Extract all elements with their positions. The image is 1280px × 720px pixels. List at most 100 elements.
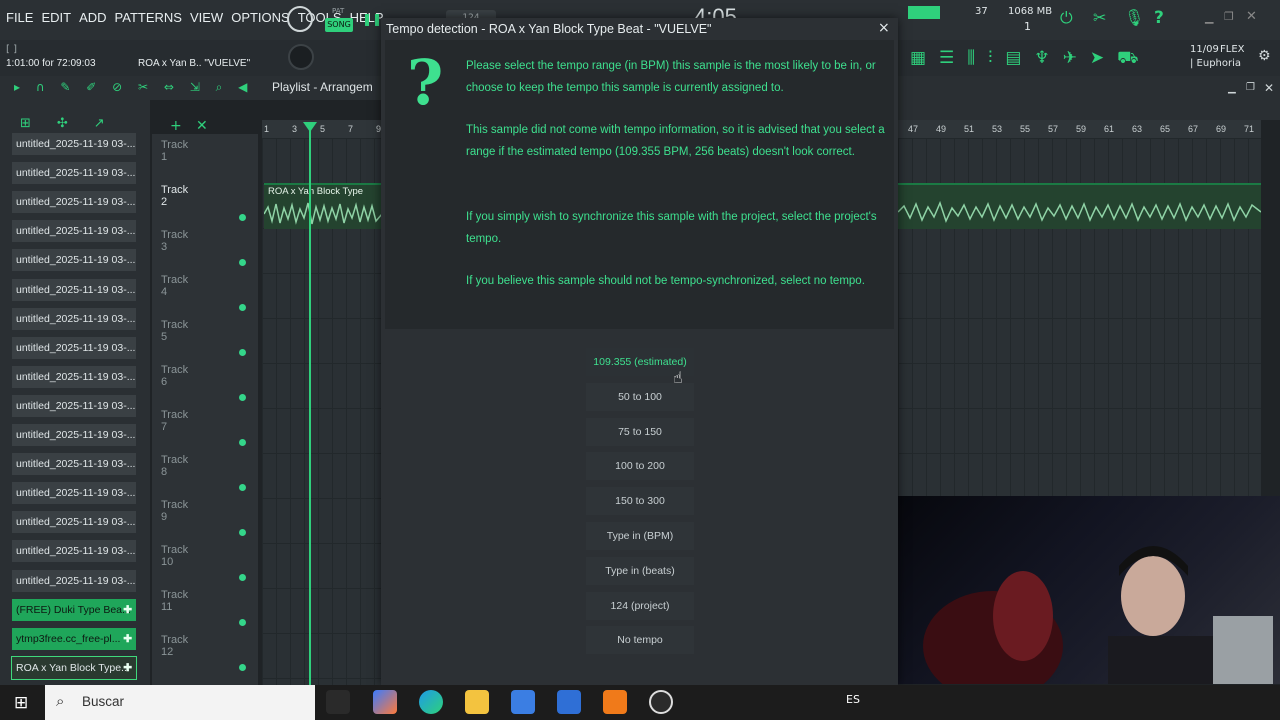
track-label[interactable]: Track 3 [161,229,188,253]
audio-clip[interactable]: ROA x Yan Block Type [264,183,382,229]
track-label[interactable]: Track 11 [161,589,188,613]
playlist-close[interactable]: ✕ [1264,81,1274,95]
track-mute-dot[interactable] [239,394,246,401]
play-button[interactable]: ❚❚ [362,12,382,26]
browser-item[interactable]: untitled_2025-11-19 03-... [12,482,136,505]
help-icon[interactable]: ? [1154,8,1164,28]
browser-item[interactable]: untitled_2025-11-19 03-... [12,220,136,243]
window-close[interactable]: ✕ [1246,9,1257,24]
track-mute-dot[interactable] [239,484,246,491]
browser-item[interactable]: untitled_2025-11-19 03-... [12,424,136,446]
track-mute-dot[interactable] [239,259,246,266]
add-to-playlist-icon[interactable]: ✚ [123,628,132,650]
obs-icon[interactable] [649,690,673,714]
browser-item[interactable]: untitled_2025-11-19 03-... [12,453,136,476]
tempo-option-button[interactable]: Type in (beats) [586,556,694,585]
browser-item[interactable]: untitled_2025-11-19 03-... [12,191,136,214]
tempo-option-button[interactable]: 75 to 150 [586,417,694,446]
tools-icon[interactable]: ✂ [1093,8,1106,27]
browser-item-label: ytmp3free.cc_free-pl... [16,632,121,645]
start-icon[interactable]: ⊞ [14,693,28,713]
track-mute-dot[interactable] [239,619,246,626]
tempo-option-button[interactable]: 124 (project) [586,591,694,620]
browser-item[interactable]: untitled_2025-11-19 03-... [12,394,136,417]
browser-item-label: untitled_2025-11-19 03-... [16,399,136,412]
browser-item[interactable]: untitled_2025-11-19 03-... [12,249,136,272]
playhead[interactable] [309,126,311,685]
playlist-tool-icons[interactable]: ▸ ∩ ✎ ✐ ⊘ ✂ ⇔ ⇲ ⌕ ◀ [14,80,253,95]
tempo-option-button[interactable]: Type in (BPM) [586,522,694,550]
track-label[interactable]: Track 6 [161,364,188,388]
store-icon[interactable] [511,690,535,714]
language-indicator[interactable]: ES [846,693,860,706]
menu-item-view[interactable]: VIEW [190,10,223,25]
dialog-close-button[interactable]: × [878,20,890,36]
menu-item-add[interactable]: ADD [79,10,106,25]
track-label[interactable]: Track 10 [161,544,188,568]
metronome-knob[interactable] [287,6,313,32]
audio-clip-continued[interactable] [898,183,1261,229]
menu-item-edit[interactable]: EDIT [41,10,71,25]
track-mute-dot[interactable] [239,664,246,671]
track-label[interactable]: Track 4 [161,274,188,298]
browser-item[interactable]: untitled_2025-11-19 03-... [12,336,136,359]
browser-item[interactable]: untitled_2025-11-19 03-... [12,133,136,155]
menu-item-options[interactable]: OPTIONS [231,10,290,25]
track-label[interactable]: Track 7 [161,409,188,433]
track-mute-dot[interactable] [239,529,246,536]
browser-item[interactable]: untitled_2025-11-19 03-... [12,162,136,185]
tempo-option-button[interactable]: 100 to 200 [586,452,694,481]
browser-item[interactable]: ytmp3free.cc_free-pl... ✚ [12,627,136,650]
tempo-option-button[interactable]: 150 to 300 [586,487,694,516]
playlist-minimize[interactable]: ▁ [1228,83,1236,94]
task-view-icon[interactable] [326,690,350,714]
edge-icon[interactable] [419,690,443,714]
window-maximize[interactable]: ❐ [1224,10,1234,23]
file-explorer-icon[interactable] [465,690,489,714]
transport-song-toggle[interactable]: SONG [325,18,353,32]
track-label[interactable]: Track 9 [161,499,188,523]
master-knob[interactable] [288,44,314,70]
tempo-option-button[interactable]: No tempo [586,626,694,655]
track-label[interactable]: Track 12 [161,634,188,658]
track-mute-dot[interactable] [239,574,246,581]
browser-item[interactable]: untitled_2025-11-19 03-... [12,569,136,592]
window-minimize[interactable]: ▁ [1205,11,1213,24]
browser-item[interactable]: untitled_2025-11-19 03-... [12,540,136,563]
plugin-picker-icons[interactable]: ▦☰⫼⫶▤♆✈➤⛟ [910,48,1152,70]
browser-item[interactable]: (FREE) Duki Type Bea... ✚ [12,598,136,621]
browser-item[interactable]: ROA x Yan Block Type... ✚ [11,655,137,680]
track-label[interactable]: Track 1 [161,139,188,163]
copilot-icon[interactable] [373,690,397,714]
track-mute-dot[interactable] [239,214,246,221]
mail-icon[interactable] [557,690,581,714]
track-mute-dot[interactable] [239,349,246,356]
browser-item[interactable]: untitled_2025-11-19 03-... [12,511,136,534]
arrangement-grid-left[interactable]: 13579 ROA x Yan Block Type [262,120,382,685]
ruler-bar-number: 71 [1244,124,1255,134]
plugin-gear-icon[interactable]: ⚙ [1258,48,1271,64]
add-track-icon[interactable]: + [170,118,182,134]
fl-studio-icon[interactable] [603,690,627,714]
timeline-ruler[interactable]: 13579 [262,120,382,138]
browser-toolbar-icons[interactable]: ⊞✣↗ [20,116,131,131]
remove-track-icon[interactable]: ✕ [196,118,208,134]
playlist-maximize[interactable]: ❐ [1246,82,1255,93]
playhead-marker[interactable] [303,122,317,132]
menu-item-patterns[interactable]: PATTERNS [115,10,182,25]
timeline-ruler-right[interactable]: 47 49 51 53 55 57 59 61 63 65 67 69 71 [898,120,1261,138]
track-mute-dot[interactable] [239,439,246,446]
power-icon[interactable]: ⏻ [1060,8,1073,28]
browser-item[interactable]: untitled_2025-11-19 03-... [12,365,136,388]
track-label[interactable]: Track 8 [161,454,188,478]
add-to-playlist-icon[interactable]: ✚ [123,599,132,621]
arrangement-grid-right[interactable]: 47 49 51 53 55 57 59 61 63 65 67 69 71 [898,120,1261,496]
mic-icon[interactable]: 🎙 [1124,8,1144,27]
browser-item[interactable]: untitled_2025-11-19 03-... [12,307,136,330]
track-mute-dot[interactable] [239,304,246,311]
browser-item[interactable]: untitled_2025-11-19 03-... [12,278,136,301]
add-to-playlist-icon[interactable]: ✚ [123,657,132,679]
menu-item-file[interactable]: FILE [6,10,33,25]
track-label[interactable]: Track 2 [161,184,188,208]
track-label[interactable]: Track 5 [161,319,188,343]
